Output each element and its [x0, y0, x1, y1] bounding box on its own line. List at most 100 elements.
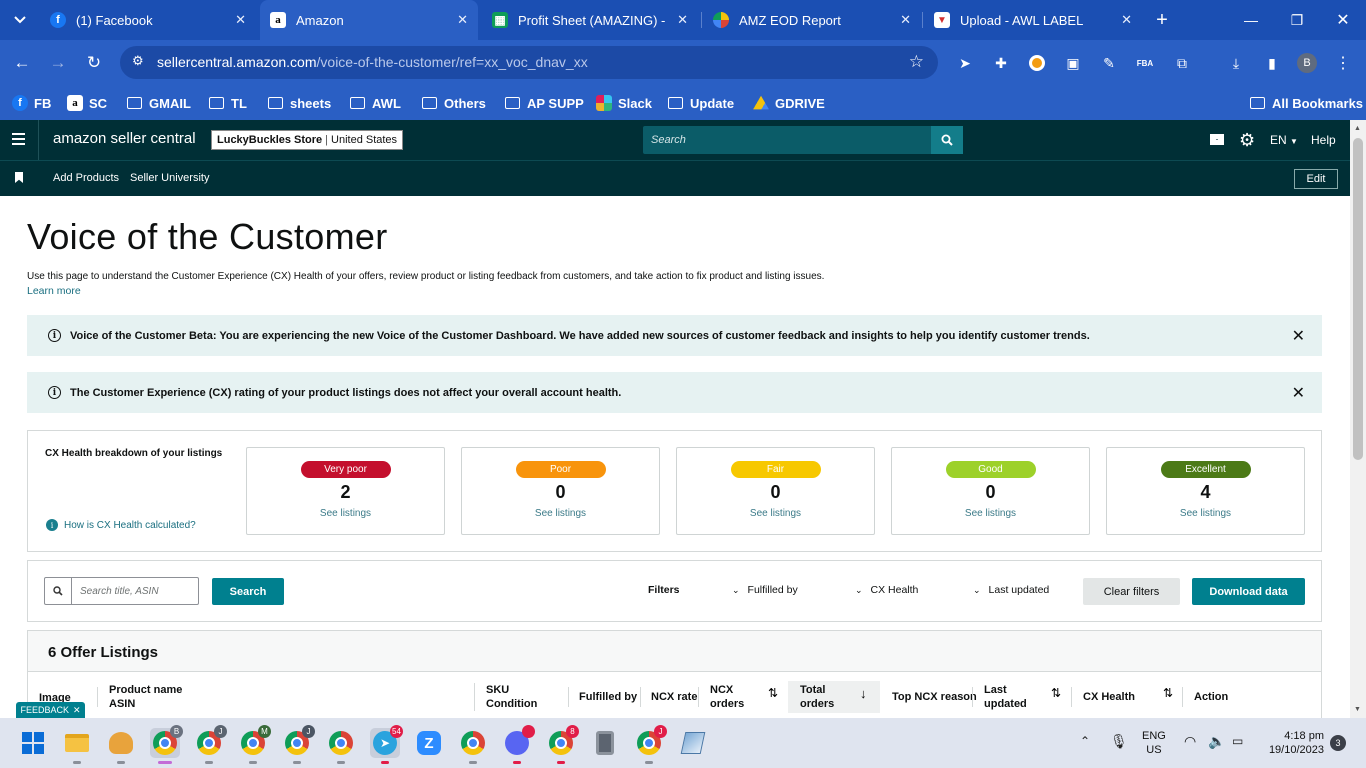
see-listings-link[interactable]: See listings: [677, 508, 874, 519]
search-button[interactable]: Search: [212, 578, 284, 605]
global-search-input[interactable]: Search: [643, 126, 963, 154]
store-selector[interactable]: LuckyBuckles Store | United States: [211, 130, 404, 150]
bookmark-slack[interactable]: Slack: [596, 92, 652, 114]
extension-puzzle-blue-icon[interactable]: ✚: [991, 53, 1011, 73]
bookmark-star-icon[interactable]: ☆: [909, 52, 924, 72]
close-tab-icon[interactable]: ✕: [900, 12, 911, 28]
bookmark-tl[interactable]: TL: [209, 92, 247, 114]
cx-card-good[interactable]: Good 0 See listings: [891, 447, 1090, 535]
bookmark-fb[interactable]: f FB: [12, 92, 51, 114]
back-button[interactable]: ←: [10, 51, 34, 75]
listing-search-input[interactable]: Search title, ASIN: [44, 577, 199, 605]
discord-button[interactable]: [502, 725, 535, 764]
reload-button[interactable]: ↻: [82, 51, 106, 75]
close-icon[interactable]: ✕: [1292, 383, 1305, 403]
close-tab-icon[interactable]: ✕: [235, 12, 246, 28]
battery-icon[interactable]: ▭: [1232, 734, 1243, 748]
close-tab-icon[interactable]: ✕: [677, 12, 688, 28]
all-bookmarks[interactable]: All Bookmarks: [1250, 92, 1363, 114]
close-window-button[interactable]: ✕: [1320, 0, 1366, 40]
col-fulfilled-by[interactable]: Fulfilled by: [579, 690, 637, 704]
clock[interactable]: 4:18 pm 19/10/2023: [1262, 729, 1324, 757]
col-ncx-orders[interactable]: NCX orders: [710, 683, 744, 711]
forward-button[interactable]: →: [46, 51, 70, 75]
learn-more-link[interactable]: Learn more: [27, 285, 81, 297]
see-listings-link[interactable]: See listings: [247, 508, 444, 519]
bookmark-sc[interactable]: a SC: [67, 92, 107, 114]
restore-button[interactable]: ❐: [1274, 0, 1320, 40]
download-icon[interactable]: ⤓: [1226, 53, 1246, 73]
see-listings-link[interactable]: See listings: [462, 508, 659, 519]
sort-icon[interactable]: ⇅: [1163, 686, 1173, 700]
volume-icon[interactable]: 🔈: [1208, 733, 1225, 750]
col-total-orders[interactable]: Total orders: [800, 683, 834, 711]
telegram-button[interactable]: ➤ 54: [370, 725, 403, 764]
new-tab-button[interactable]: +: [1150, 0, 1174, 40]
language-selector[interactable]: EN ▼: [1270, 133, 1298, 147]
nav-seller-university[interactable]: Seller University: [130, 172, 209, 184]
cx-card-very-poor[interactable]: Very poor 2 See listings: [246, 447, 445, 535]
mail-icon[interactable]: [1210, 134, 1224, 145]
address-bar[interactable]: ⚙ sellercentral.amazon.com/voice-of-the-…: [120, 46, 938, 79]
calculator-button[interactable]: [590, 728, 620, 758]
tab-amazon[interactable]: a Amazon ✕: [260, 0, 478, 40]
close-tab-icon[interactable]: ✕: [457, 12, 468, 28]
nav-add-products[interactable]: Add Products: [53, 172, 119, 184]
chrome-profile-b[interactable]: B: [150, 725, 183, 764]
filter-cx-health[interactable]: ⌄ CX Health: [855, 584, 918, 596]
zoom-button[interactable]: Z: [414, 728, 444, 758]
bookmark-others[interactable]: Others: [422, 92, 486, 114]
browser-menu-icon[interactable]: ⋮: [1333, 53, 1353, 73]
feedback-button[interactable]: FEEDBACK ✕: [16, 702, 85, 718]
cx-card-fair[interactable]: Fair 0 See listings: [676, 447, 875, 535]
extension-arrow-icon[interactable]: ➤: [955, 53, 975, 73]
tab-facebook[interactable]: f (1) Facebook ✕: [40, 0, 256, 40]
close-icon[interactable]: ✕: [73, 705, 81, 716]
download-data-button[interactable]: Download data: [1192, 578, 1305, 605]
col-sku[interactable]: SKU Condition: [486, 683, 537, 711]
chrome-profile-g[interactable]: [458, 728, 488, 764]
sort-descending-icon[interactable]: ↓: [860, 686, 867, 701]
col-product-name[interactable]: Product name ASIN: [109, 683, 182, 711]
clear-filters-button[interactable]: Clear filters: [1083, 578, 1180, 605]
col-cx-health[interactable]: CX Health: [1083, 690, 1135, 704]
filter-fulfilled-by[interactable]: ⌄ Fulfilled by: [732, 584, 798, 596]
close-icon[interactable]: ✕: [1292, 326, 1305, 346]
bookmark-icon[interactable]: [15, 172, 23, 183]
chrome-profile-badge[interactable]: 8: [546, 725, 579, 764]
language-indicator[interactable]: ENG US: [1142, 729, 1166, 757]
bookmark-gmail[interactable]: GMAIL: [127, 92, 191, 114]
bookmark-gdrive[interactable]: GDRIVE: [753, 92, 825, 114]
edit-nav-button[interactable]: Edit: [1294, 169, 1338, 189]
extension-eyedropper-icon[interactable]: ✎: [1099, 53, 1119, 73]
sort-icon[interactable]: ⇅: [768, 686, 778, 700]
extension-fba-icon[interactable]: FBA: [1135, 53, 1155, 73]
minimize-button[interactable]: —: [1228, 0, 1274, 40]
side-panel-icon[interactable]: ▮: [1262, 53, 1282, 73]
how-calculated-link[interactable]: i How is CX Health calculated?: [46, 519, 196, 531]
see-listings-link[interactable]: See listings: [1107, 508, 1304, 519]
extension-camera-icon[interactable]: ▣: [1063, 53, 1083, 73]
tab-awl-label[interactable]: ▼ Upload - AWL LABEL ✕: [924, 0, 1142, 40]
col-ncx-rate[interactable]: NCX rate: [651, 690, 697, 704]
hamburger-menu-icon[interactable]: [12, 133, 25, 145]
scroll-up-icon[interactable]: ▲: [1354, 125, 1361, 132]
col-top-ncx-reason[interactable]: Top NCX reason: [892, 690, 977, 704]
site-info-icon[interactable]: ⚙: [132, 53, 144, 69]
chrome-profile-m[interactable]: M: [238, 725, 271, 764]
app-character-button[interactable]: [106, 728, 136, 764]
extension-orange-circle-icon[interactable]: [1027, 53, 1047, 73]
scroll-down-icon[interactable]: ▼: [1354, 706, 1361, 713]
bookmark-ap-supp[interactable]: AP SUPP: [505, 92, 584, 114]
col-last-updated[interactable]: Last updated: [984, 683, 1027, 711]
scrollbar-thumb[interactable]: [1353, 138, 1363, 460]
notification-center-badge[interactable]: 3: [1330, 735, 1346, 751]
tab-profit-sheet[interactable]: ▦ Profit Sheet (AMAZING) - G ✕: [482, 0, 698, 40]
chrome-profile-default[interactable]: [326, 728, 356, 764]
chrome-profile-j3[interactable]: J: [634, 725, 667, 764]
show-hidden-icons[interactable]: ⌃: [1080, 734, 1090, 748]
start-button[interactable]: [18, 728, 48, 758]
extensions-puzzle-icon[interactable]: ⧉: [1172, 53, 1192, 73]
help-link[interactable]: Help: [1311, 133, 1336, 147]
snipping-tool-button[interactable]: [678, 728, 708, 758]
